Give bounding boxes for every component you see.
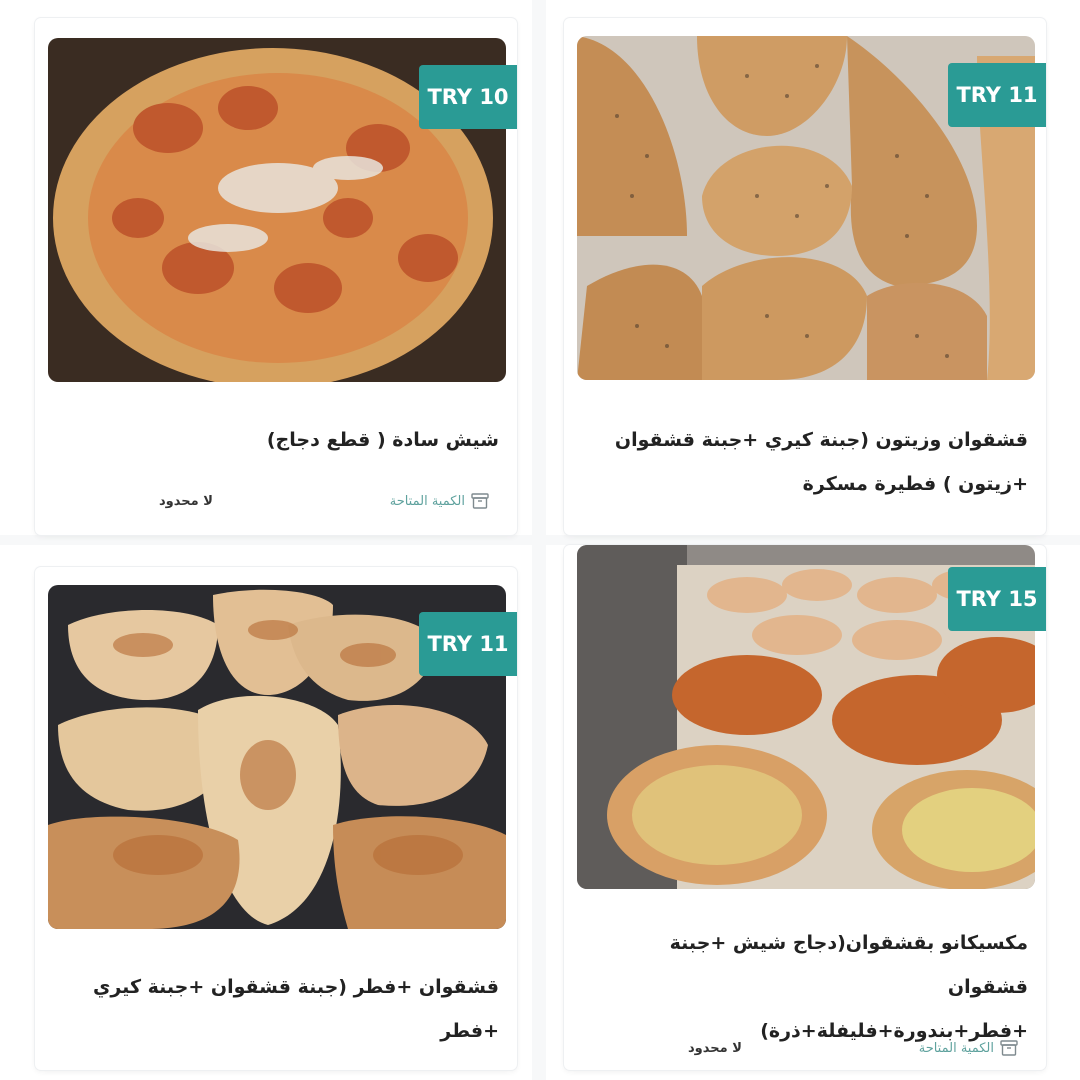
product-title[interactable]: شيش سادة ( قطع دجاج) (59, 418, 499, 462)
stock-value: لا محدود (688, 1040, 742, 1056)
box-icon (1000, 1040, 1018, 1056)
stock-row: الكمية المتاحة لا محدود (159, 493, 489, 509)
product-title-line-1: مكسيكانو بقشقوان(دجاج شيش +جبنة قشقوان (669, 932, 1028, 998)
product-card-3[interactable]: TRY 15 مكسيكانو بقشقوان(دجاج شيش +جبنة ق… (564, 545, 1046, 1070)
stock-label-text: الكمية المتاحة (918, 1040, 994, 1056)
row-divider (0, 535, 1080, 545)
product-title-line-2: +فطر+بندورة+فليفلة+ذرة) (760, 1020, 1028, 1042)
price-badge: TRY 15 (948, 567, 1046, 631)
price-badge: TRY 10 (419, 65, 517, 129)
stock-label-text: الكمية المتاحة (389, 493, 465, 509)
product-title-line-2: +زيتون ) فطيرة مسكرة (802, 473, 1028, 495)
price-badge: TRY 11 (948, 63, 1046, 127)
product-card-4[interactable]: TRY 11 قشقوان +فطر (جبنة قشقوان +جبنة كي… (35, 567, 517, 1070)
stock-label: الكمية المتاحة (919, 1040, 1018, 1056)
product-title-line-1: قشقوان وزيتون (جبنة كيري +جبنة قشقوان (614, 429, 1028, 451)
stock-row: الكمية المتاحة لا محدود (688, 1040, 1018, 1056)
product-title-line-1: شيش سادة ( قطع دجاج) (266, 429, 499, 451)
product-card-1[interactable]: TRY 11 قشقوان وزيتون (جبنة كيري +جبنة قش… (564, 18, 1046, 535)
product-title[interactable]: قشقوان وزيتون (جبنة كيري +جبنة قشقوان +ز… (588, 418, 1028, 506)
product-title[interactable]: قشقوان +فطر (جبنة قشقوان +جبنة كيري +فطر (59, 965, 499, 1053)
box-icon (471, 493, 489, 509)
price-badge: TRY 11 (419, 612, 517, 676)
product-card-2[interactable]: TRY 10 شيش سادة ( قطع دجاج) الكمية المتا… (35, 18, 517, 535)
product-title-line-1: قشقوان +فطر (جبنة قشقوان +جبنة كيري (92, 976, 499, 998)
product-title-line-2: +فطر (440, 1020, 499, 1042)
product-title[interactable]: مكسيكانو بقشقوان(دجاج شيش +جبنة قشقوان +… (588, 921, 1028, 1053)
stock-label: الكمية المتاحة (390, 493, 489, 509)
stock-value: لا محدود (159, 493, 213, 509)
